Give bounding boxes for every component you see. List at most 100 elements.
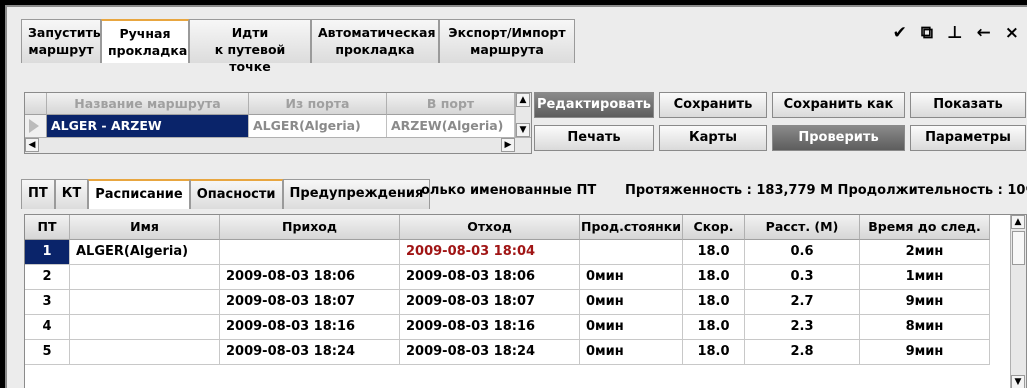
route-name-cell[interactable]: ALGER - ARZEW xyxy=(47,115,249,137)
cell-distance[interactable]: 2.3 xyxy=(745,315,860,340)
close-icon[interactable]: × xyxy=(1005,23,1019,43)
route-planning-window: Запустить маршрут Ручная прокладка Идти … xyxy=(5,5,1027,388)
cell-time-to-next[interactable]: 8мин xyxy=(860,315,990,340)
save-as-button[interactable]: Сохранить как xyxy=(772,92,905,118)
cell-name[interactable]: ALGER(Algeria) xyxy=(70,240,220,265)
tab-go-to-waypoint[interactable]: Идти к путевой точке xyxy=(189,19,311,74)
from-port-header[interactable]: Из порта xyxy=(249,93,387,115)
scroll-down-icon[interactable]: ▼ xyxy=(516,123,530,137)
cell-name[interactable] xyxy=(70,290,220,315)
tab-kt[interactable]: КТ xyxy=(54,179,89,209)
to-port-cell[interactable]: ARZEW(Algeria) xyxy=(387,115,515,137)
route-name-header[interactable]: Название маршрута xyxy=(47,93,249,115)
scroll-down-icon[interactable]: ▼ xyxy=(1011,375,1025,388)
cell-arrival[interactable]: 2009-08-03 18:06 xyxy=(220,265,400,290)
to-port-header[interactable]: В порт xyxy=(387,93,515,115)
col-stay-duration[interactable]: Прод.стоянки xyxy=(580,215,683,240)
dock-icon[interactable]: ⊥ xyxy=(947,23,963,43)
cell-stay[interactable]: 0мин xyxy=(580,265,683,290)
cell-departure[interactable]: 2009-08-03 18:16 xyxy=(400,315,580,340)
table-header: ПТ Имя Приход Отход Прод.стоянки Скор. Р… xyxy=(25,215,990,240)
cell-speed[interactable]: 18.0 xyxy=(683,340,745,365)
tab-warnings[interactable]: Предупреждения xyxy=(282,179,431,209)
named-waypoints-only-label: олько именованные ПТ xyxy=(421,183,597,198)
cell-departure[interactable]: 2009-08-03 18:07 xyxy=(400,290,580,315)
cell-arrival[interactable]: 2009-08-03 18:16 xyxy=(220,315,400,340)
cell-time-to-next[interactable]: 1мин xyxy=(860,265,990,290)
col-departure[interactable]: Отход xyxy=(400,215,580,240)
scroll-up-icon[interactable]: ▲ xyxy=(1011,215,1025,229)
cell-waypoint[interactable]: 2 xyxy=(25,265,70,290)
cell-speed[interactable]: 18.0 xyxy=(683,315,745,340)
top-tab-bar: Запустить маршрут Ручная прокладка Идти … xyxy=(21,19,575,74)
tab-auto-plotting[interactable]: Автоматическая прокладка xyxy=(311,19,439,63)
col-name[interactable]: Имя xyxy=(70,215,220,240)
scroll-right-icon[interactable]: ▶ xyxy=(501,138,515,152)
cell-distance[interactable]: 2.7 xyxy=(745,290,860,315)
route-grid-vscroll[interactable]: ▲ ▼ xyxy=(515,93,531,137)
tab-dangers[interactable]: Опасности xyxy=(189,179,283,209)
cell-distance[interactable]: 0.6 xyxy=(745,240,860,265)
maps-button[interactable]: Карты xyxy=(659,125,767,151)
scroll-thumb[interactable] xyxy=(1012,231,1025,265)
scroll-up-icon[interactable]: ▲ xyxy=(516,93,530,107)
cell-arrival[interactable]: 2009-08-03 18:07 xyxy=(220,290,400,315)
cell-waypoint[interactable]: 5 xyxy=(25,340,70,365)
show-button[interactable]: Показать xyxy=(910,92,1026,118)
edit-button[interactable]: Редактировать xyxy=(534,92,654,118)
tab-export-import-route[interactable]: Экспорт/Импорт маршрута xyxy=(439,19,575,63)
cell-arrival[interactable] xyxy=(220,240,400,265)
col-arrival[interactable]: Приход xyxy=(220,215,400,240)
table-row[interactable]: 1 ALGER(Algeria) 2009-08-03 18:04 18.0 0… xyxy=(25,240,990,265)
cell-waypoint[interactable]: 1 xyxy=(25,240,70,265)
print-button[interactable]: Печать xyxy=(534,125,654,151)
table-row[interactable]: 4 2009-08-03 18:16 2009-08-03 18:16 0мин… xyxy=(25,315,990,340)
cell-name[interactable] xyxy=(70,340,220,365)
cell-name[interactable] xyxy=(70,265,220,290)
cell-departure[interactable]: 2009-08-03 18:24 xyxy=(400,340,580,365)
tab-schedule[interactable]: Расписание xyxy=(88,179,190,209)
pin-icon[interactable]: ✔ xyxy=(893,23,907,43)
route-grid-corner xyxy=(25,93,47,115)
parameters-button[interactable]: Параметры xyxy=(910,125,1026,151)
from-port-cell[interactable]: ALGER(Algeria) xyxy=(249,115,387,137)
route-grid-hscroll[interactable]: ◀ ▶ xyxy=(25,137,531,153)
col-distance[interactable]: Расст. (М) xyxy=(745,215,860,240)
cell-stay[interactable]: 0мин xyxy=(580,315,683,340)
cell-speed[interactable]: 18.0 xyxy=(683,290,745,315)
cell-speed[interactable]: 18.0 xyxy=(683,265,745,290)
check-button[interactable]: Проверить xyxy=(772,125,905,151)
cell-stay[interactable]: 0мин xyxy=(580,340,683,365)
back-arrow-icon[interactable]: ← xyxy=(977,23,991,43)
cell-departure[interactable]: 2009-08-03 18:04 xyxy=(400,240,580,265)
cell-name[interactable] xyxy=(70,315,220,340)
cell-waypoint[interactable]: 4 xyxy=(25,315,70,340)
schedule-table: ПТ Имя Приход Отход Прод.стоянки Скор. Р… xyxy=(24,214,1027,388)
tab-waypoints[interactable]: ПТ xyxy=(21,179,55,209)
cell-arrival[interactable]: 2009-08-03 18:24 xyxy=(220,340,400,365)
col-time-to-next[interactable]: Время до след. xyxy=(860,215,990,240)
cell-distance[interactable]: 0.3 xyxy=(745,265,860,290)
cell-departure[interactable]: 2009-08-03 18:06 xyxy=(400,265,580,290)
cell-distance[interactable]: 2.8 xyxy=(745,340,860,365)
restore-icon[interactable]: ⧉ xyxy=(921,23,933,43)
cell-waypoint[interactable]: 3 xyxy=(25,290,70,315)
col-speed[interactable]: Скор. xyxy=(683,215,745,240)
cell-time-to-next[interactable]: 2мин xyxy=(860,240,990,265)
cell-time-to-next[interactable]: 9мин xyxy=(860,340,990,365)
tab-manual-plotting[interactable]: Ручная прокладка xyxy=(101,19,189,63)
table-row[interactable]: 2 2009-08-03 18:06 2009-08-03 18:06 0мин… xyxy=(25,265,990,290)
cell-stay[interactable] xyxy=(580,240,683,265)
row-selector-arrow-icon[interactable] xyxy=(25,115,47,137)
table-row[interactable]: 3 2009-08-03 18:07 2009-08-03 18:07 0мин… xyxy=(25,290,990,315)
save-button[interactable]: Сохранить xyxy=(659,92,767,118)
tab-run-route[interactable]: Запустить маршрут xyxy=(21,19,101,63)
cell-speed[interactable]: 18.0 xyxy=(683,240,745,265)
schedule-vscroll[interactable]: ▲ ▼ xyxy=(1010,215,1026,388)
table-row[interactable]: 5 2009-08-03 18:24 2009-08-03 18:24 0мин… xyxy=(25,340,990,365)
cell-time-to-next[interactable]: 9мин xyxy=(860,290,990,315)
cell-stay[interactable]: 0мин xyxy=(580,290,683,315)
scroll-left-icon[interactable]: ◀ xyxy=(25,138,39,152)
col-waypoint[interactable]: ПТ xyxy=(25,215,70,240)
route-grid: Название маршрута Из порта В порт ALGER … xyxy=(24,92,532,154)
